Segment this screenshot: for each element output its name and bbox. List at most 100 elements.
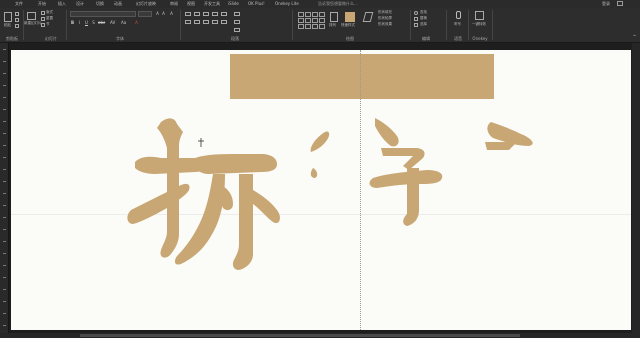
change-case-icon[interactable]: Aa: [121, 20, 126, 25]
cut-icon[interactable]: [15, 12, 19, 16]
shape-gallery-item[interactable]: [312, 18, 318, 23]
select-icon[interactable]: [414, 23, 418, 27]
quick-styles-label[interactable]: 快速样式: [341, 23, 355, 28]
align-right-icon[interactable]: [203, 20, 209, 24]
arrange-icon[interactable]: [330, 12, 338, 22]
shape-gallery-item[interactable]: [298, 12, 304, 17]
tab-slideshow[interactable]: 幻灯片放映: [136, 0, 156, 8]
char-spacing-icon[interactable]: AV: [110, 20, 115, 25]
decrease-indent-icon[interactable]: [203, 12, 209, 16]
section-icon[interactable]: [41, 23, 45, 27]
format-painter-icon[interactable]: [15, 24, 19, 28]
copy-icon[interactable]: [15, 18, 19, 22]
select-label[interactable]: 选择: [420, 22, 427, 27]
strikethrough-icon[interactable]: abc: [98, 20, 105, 25]
tab-transitions[interactable]: 切换: [96, 0, 104, 8]
onekey-label[interactable]: 一键特效: [472, 22, 486, 27]
reset-icon[interactable]: [41, 17, 45, 21]
tab-design[interactable]: 设计: [76, 0, 84, 8]
share-icon[interactable]: [617, 1, 623, 6]
justify-icon[interactable]: [212, 20, 218, 24]
new-slide-icon[interactable]: [27, 12, 36, 20]
stroke-dot-right[interactable]: [253, 190, 280, 224]
layout-icon[interactable]: [41, 11, 45, 15]
columns-icon[interactable]: [221, 20, 227, 24]
vertical-scrollbar[interactable]: [632, 43, 640, 333]
shape-gallery-item[interactable]: [298, 24, 304, 29]
stroke-far-right-base[interactable]: [485, 142, 517, 150]
tab-view[interactable]: 视图: [187, 0, 195, 8]
quick-styles-icon[interactable]: [345, 12, 355, 22]
tell-me-search[interactable]: 告诉我您想要做什么...: [318, 0, 358, 8]
increase-indent-icon[interactable]: [212, 12, 218, 16]
fragment-dot[interactable]: [310, 168, 318, 178]
replace-icon[interactable]: [414, 17, 418, 21]
tab-review[interactable]: 审阅: [170, 0, 178, 8]
line-spacing-icon[interactable]: [221, 12, 227, 16]
right-glyph-shapes[interactable]: [369, 118, 533, 226]
font-color-icon[interactable]: A: [134, 20, 139, 25]
stroke-rise[interactable]: [127, 183, 190, 224]
section-label[interactable]: 节: [46, 22, 50, 27]
bullets-icon[interactable]: [185, 12, 191, 16]
align-left-icon[interactable]: [185, 20, 191, 24]
tab-animations[interactable]: 动画: [114, 0, 122, 8]
shape-gallery-item[interactable]: [319, 18, 325, 23]
shape-gallery-item[interactable]: [298, 18, 304, 23]
align-center-icon[interactable]: [194, 20, 200, 24]
arrange-label[interactable]: 排列: [329, 23, 336, 28]
stroke-right-vertical[interactable]: [232, 174, 253, 270]
replace-label[interactable]: 替换: [420, 16, 427, 21]
pen-icon[interactable]: [362, 12, 374, 22]
shape-gallery-item[interactable]: [312, 12, 318, 17]
tab-onekey-lite[interactable]: Onekey Lite: [275, 0, 299, 8]
login-link[interactable]: 登录: [602, 0, 610, 8]
smartart-icon[interactable]: [234, 28, 240, 32]
onekey-effects-icon[interactable]: [475, 11, 484, 20]
stroke-top-bar[interactable]: [195, 154, 277, 174]
stroke-middle-bar[interactable]: [369, 170, 443, 188]
tab-home[interactable]: 开始: [38, 0, 46, 8]
underline-icon[interactable]: U: [84, 20, 89, 25]
shape-gallery-item[interactable]: [319, 24, 325, 29]
tab-islide[interactable]: iSlide: [228, 0, 239, 8]
bold-icon[interactable]: B: [70, 20, 75, 25]
grow-font-icon[interactable]: A: [155, 11, 160, 16]
shape-outline-label[interactable]: 形状轮廓: [378, 16, 392, 21]
shadow-icon[interactable]: S: [91, 20, 96, 25]
slide-canvas[interactable]: [11, 50, 631, 330]
collapse-ribbon-icon[interactable]: ^: [632, 34, 637, 39]
tab-insert[interactable]: 插入: [58, 0, 66, 8]
find-label[interactable]: 查找: [420, 10, 427, 15]
shape-gallery-item[interactable]: [319, 12, 325, 17]
reset-label[interactable]: 重置: [46, 16, 53, 21]
align-text-icon[interactable]: [234, 20, 240, 24]
tab-developer[interactable]: 开发工具: [204, 0, 220, 8]
shape-gallery-item[interactable]: [312, 24, 318, 29]
shape-gallery-item[interactable]: [305, 18, 311, 23]
shape-gallery-item[interactable]: [305, 12, 311, 17]
find-icon[interactable]: [414, 11, 418, 15]
paste-icon[interactable]: [4, 12, 12, 22]
shape-fill-label[interactable]: 形状填充: [378, 10, 392, 15]
font-size-field[interactable]: [138, 11, 152, 17]
shrink-font-icon[interactable]: A: [161, 11, 166, 16]
shape-gallery-item[interactable]: [305, 24, 311, 29]
stroke-hook-top[interactable]: [381, 148, 425, 170]
tab-file[interactable]: 文件: [15, 0, 23, 8]
layout-label[interactable]: 版式: [46, 10, 53, 15]
clear-format-icon[interactable]: A: [169, 11, 174, 16]
split-fragments[interactable]: [310, 131, 330, 178]
stroke-dot-inner[interactable]: [221, 186, 234, 211]
numbering-icon[interactable]: [194, 12, 200, 16]
tab-okplus[interactable]: OK Plus!: [248, 0, 265, 8]
italic-icon[interactable]: I: [77, 20, 82, 25]
fragment-upper[interactable]: [310, 131, 330, 152]
dictate-label[interactable]: 听写: [454, 22, 461, 27]
microphone-icon[interactable]: [456, 11, 461, 19]
font-name-field[interactable]: [70, 11, 136, 17]
stroke-roof-dot[interactable]: [375, 118, 399, 147]
text-direction-icon[interactable]: [234, 12, 240, 16]
horizontal-scrollbar-thumb[interactable]: [80, 334, 520, 337]
shape-effect-label[interactable]: 形状效果: [378, 22, 392, 27]
